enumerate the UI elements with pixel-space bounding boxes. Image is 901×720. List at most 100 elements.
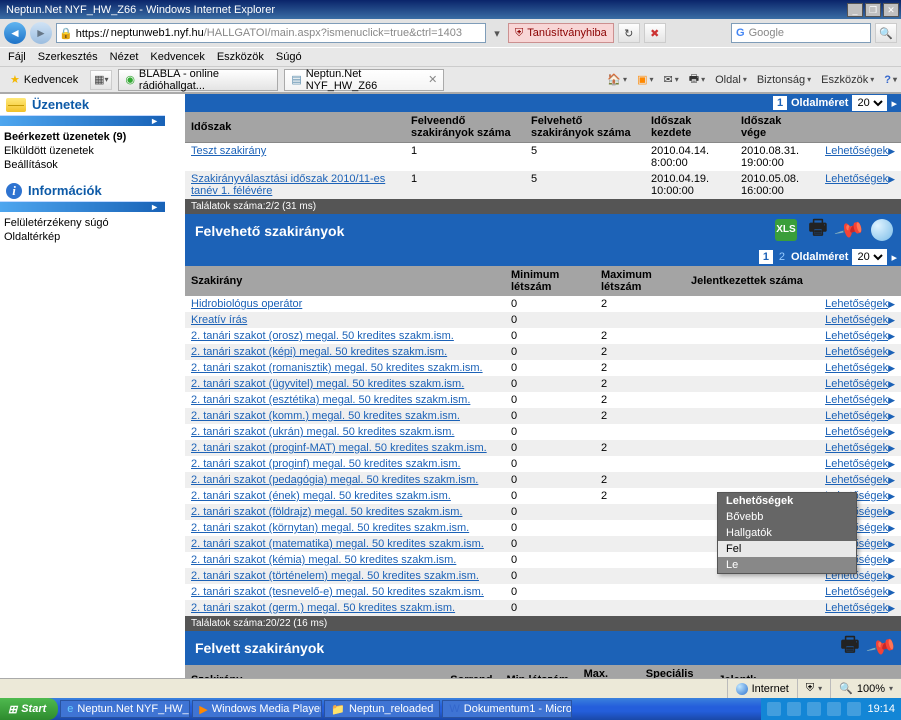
tray-icon[interactable] [787, 702, 801, 716]
page-1b[interactable]: 1 [759, 250, 773, 264]
chevron-right-icon[interactable]: ▶ [888, 507, 895, 517]
chevron-right-icon[interactable]: ▶ [888, 571, 895, 581]
ctx-item-students[interactable]: Hallgatók [718, 525, 856, 541]
spec-link[interactable]: 2. tanári szakot (ügyvitel) megal. 50 kr… [191, 378, 464, 390]
options-link[interactable]: Lehetőségek [825, 394, 888, 406]
pagesize-select[interactable]: 20 [852, 95, 887, 111]
safety-menu[interactable]: Biztonság▾ [757, 74, 811, 86]
spec-link[interactable]: 2. tanári szakot (germ.) megal. 50 kredi… [191, 602, 455, 614]
spec-link[interactable]: Kreatív írás [191, 314, 247, 326]
period-link[interactable]: Szakirányválasztási időszak 2010/11-es t… [191, 173, 385, 197]
tab-neptun[interactable]: ▤ Neptun.Net NYF_HW_Z66 ✕ [284, 69, 444, 91]
cert-warning[interactable]: ⛨ Tanúsítványhiba [508, 23, 614, 43]
sidebar-expand-arrow[interactable]: ► [0, 116, 165, 126]
chevron-right-icon[interactable]: ▶ [888, 555, 895, 565]
ctx-item-up[interactable]: Fel [718, 541, 856, 557]
menu-help[interactable]: Súgó [276, 51, 302, 63]
sidebar-expand-arrow2[interactable]: ► [0, 202, 165, 212]
spec-link[interactable]: 2. tanári szakot (földrajz) megal. 50 kr… [191, 506, 462, 518]
period-link[interactable]: Teszt szakirány [191, 145, 266, 157]
chevron-right-icon[interactable]: ▶ [888, 587, 895, 597]
chevron-right-icon[interactable]: ▶ [888, 459, 895, 469]
options-link[interactable]: Lehetőségek [825, 298, 888, 310]
spec-link[interactable]: 2. tanári szakot (ének) megal. 50 kredit… [191, 490, 451, 502]
col-end[interactable]: Időszak vége [735, 112, 815, 143]
options-link[interactable]: Lehetőségek [825, 458, 888, 470]
options-link[interactable]: Lehetőségek [825, 173, 888, 185]
back-button[interactable]: ◄ [4, 22, 26, 44]
pager-go-icon[interactable]: ▸ [891, 97, 897, 110]
tray-icon[interactable] [827, 702, 841, 716]
favorites-button[interactable]: ★ Kedvencek [4, 71, 84, 88]
spec-link[interactable]: 2. tanári szakot (pedagógia) megal. 50 k… [191, 474, 478, 486]
col-period[interactable]: Időszak [185, 112, 405, 143]
col-max[interactable]: Maximum létszám [595, 266, 685, 296]
chevron-right-icon[interactable]: ▶ [888, 174, 895, 184]
forward-button[interactable]: ► [30, 22, 52, 44]
minimize-button[interactable]: _ [847, 3, 863, 17]
task-word[interactable]: WDokumentum1 - Microsof... [442, 700, 572, 718]
search-sphere-button[interactable] [869, 217, 895, 243]
spec-link[interactable]: 2. tanári szakot (orosz) megal. 50 kredi… [191, 330, 454, 342]
options-link[interactable]: Lehetőségek [825, 426, 888, 438]
zoom-cell[interactable]: 🔍 100% ▾ [830, 679, 901, 698]
chevron-right-icon[interactable]: ▶ [888, 539, 895, 549]
spec-link[interactable]: 2. tanári szakot (képi) megal. 50 kredit… [191, 346, 447, 358]
tray-icon[interactable] [847, 702, 861, 716]
menu-edit[interactable]: Szerkesztés [38, 51, 98, 63]
feed-button[interactable]: ▣▾ [637, 73, 653, 86]
tray-icon[interactable] [767, 702, 781, 716]
sidebar-item-settings[interactable]: Beállítások [4, 158, 161, 172]
menu-tools[interactable]: Eszközök [217, 51, 264, 63]
sidebar-item-sent[interactable]: Elküldött üzenetek [4, 144, 161, 158]
menu-fav[interactable]: Kedvencek [150, 51, 204, 63]
print-button3[interactable]: 🖶 [837, 634, 863, 660]
ctx-item-more[interactable]: Bővebb [718, 509, 856, 525]
stop-button[interactable]: ✖ [644, 23, 666, 43]
search-go-button[interactable]: 🔍 [875, 23, 897, 43]
pager-go-icon2[interactable]: ▸ [891, 251, 897, 264]
spec-link[interactable]: 2. tanári szakot (kémia) megal. 50 kredi… [191, 554, 456, 566]
options-link[interactable]: Lehetőségek [825, 314, 888, 326]
col-applied[interactable]: Jelentkezettek száma [685, 266, 819, 296]
addr-dropdown-icon[interactable]: ▾ [490, 27, 504, 40]
spec-link[interactable]: 2. tanári szakot (történelem) megal. 50 … [191, 570, 479, 582]
options-link[interactable]: Lehetőségek [825, 586, 888, 598]
page-2-link[interactable]: 2 [777, 251, 787, 263]
close-button[interactable]: ✕ [883, 3, 899, 17]
tab-blabla[interactable]: ◉ BLABLA - online rádióhallgat... [118, 69, 278, 91]
sidebar-item-sitemap[interactable]: Oldaltérkép [4, 230, 161, 244]
chevron-right-icon[interactable]: ▶ [888, 363, 895, 373]
chevron-right-icon[interactable]: ▶ [888, 523, 895, 533]
chevron-right-icon[interactable]: ▶ [888, 299, 895, 309]
options-link[interactable]: Lehetőségek [825, 330, 888, 342]
home-button[interactable]: 🏠▾ [607, 73, 627, 86]
export-xls-button[interactable]: XLS [773, 217, 799, 243]
chevron-right-icon[interactable]: ▶ [888, 315, 895, 325]
tools-menu[interactable]: Eszközök▾ [821, 74, 874, 86]
spec-link[interactable]: 2. tanári szakot (romanisztik) megal. 50… [191, 362, 483, 374]
col-required[interactable]: Felveendő szakirányok száma [405, 112, 525, 143]
task-folder[interactable]: 📁Neptun_reloaded [324, 700, 440, 718]
mail-button[interactable]: ✉▾ [663, 73, 678, 86]
chevron-right-icon[interactable]: ▶ [888, 475, 895, 485]
col-min[interactable]: Minimum létszám [505, 266, 595, 296]
pin-button3[interactable]: 📌 [864, 629, 900, 665]
restore-button[interactable]: ❐ [865, 3, 881, 17]
page-menu[interactable]: Oldal▾ [715, 74, 747, 86]
task-ie[interactable]: eNeptun.Net NYF_HW_... [60, 700, 190, 718]
chevron-right-icon[interactable]: ▶ [888, 443, 895, 453]
chevron-right-icon[interactable]: ▶ [888, 411, 895, 421]
sidebar-msg-header[interactable]: Üzenetek [0, 94, 165, 116]
col-available[interactable]: Felvehető szakirányok száma [525, 112, 645, 143]
options-link[interactable]: Lehetőségek [825, 362, 888, 374]
address-bar[interactable]: 🔒 https:// neptunweb1.nyf.hu /HALLGATOI/… [56, 23, 486, 43]
close-tab-icon[interactable]: ✕ [428, 73, 437, 86]
print-button[interactable]: 🖶 [805, 217, 831, 243]
menu-view[interactable]: Nézet [110, 51, 139, 63]
options-link[interactable]: Lehetőségek [825, 602, 888, 614]
clock[interactable]: 19:14 [867, 703, 895, 715]
sidebar-item-help[interactable]: Felületérzékeny súgó [4, 216, 161, 230]
chevron-right-icon[interactable]: ▶ [888, 427, 895, 437]
col-start[interactable]: Időszak kezdete [645, 112, 735, 143]
